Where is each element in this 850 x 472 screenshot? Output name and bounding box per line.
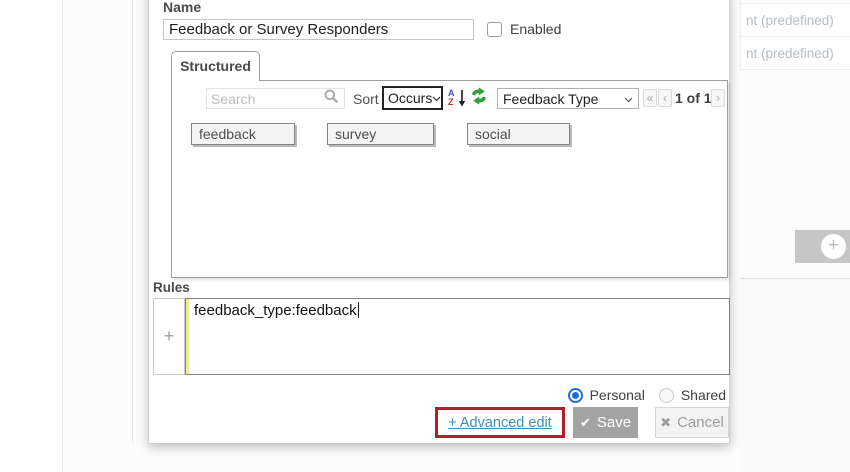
plus-icon: + [821, 234, 846, 259]
facet-value-button-survey[interactable]: survey [327, 123, 434, 145]
tab-structured[interactable]: Structured [171, 51, 260, 81]
rules-label: Rules [153, 280, 190, 295]
pager-status: 1 of 1 [675, 90, 712, 106]
facet-field-select[interactable]: Feedback Type [497, 88, 639, 109]
background-section-panel [740, 278, 850, 472]
advanced-edit-link[interactable]: + Advanced edit [448, 415, 552, 431]
left-sidebar-strip [0, 0, 63, 472]
close-icon: ✖ [660, 415, 671, 431]
facet-value-button-social[interactable]: social [467, 123, 570, 145]
sort-selected-value: Occurs [388, 90, 432, 106]
structured-panel: Sort Occurs A Z [171, 80, 728, 278]
sort-select[interactable]: Occurs [382, 86, 443, 110]
personal-label[interactable]: Personal [590, 387, 645, 403]
chevron-down-icon [432, 89, 441, 107]
pager-prev-button[interactable]: ‹ [658, 89, 672, 107]
facet-value-button-feedback[interactable]: feedback [191, 123, 295, 145]
enabled-checkbox[interactable] [487, 22, 502, 37]
visibility-options: Personal Shared [568, 387, 726, 403]
search-input[interactable] [211, 90, 323, 107]
radio-personal[interactable] [568, 388, 583, 403]
save-label: Save [597, 414, 631, 431]
background-divider-line [132, 0, 133, 443]
cancel-button[interactable]: ✖ Cancel [655, 407, 729, 438]
rules-editor: + feedback_type:feedback [153, 298, 730, 375]
chevron-down-icon [624, 90, 633, 108]
screen: nt (predefined) nt (predefined) nt (pred… [0, 0, 850, 472]
sort-az-icon[interactable]: A Z [448, 89, 467, 108]
enabled-field: Enabled [487, 21, 561, 37]
facet-selected-value: Feedback Type [503, 91, 598, 107]
name-label: Name [163, 0, 201, 15]
segment-edit-dialog: Name Enabled Structured Sort Occurs [148, 0, 730, 444]
predefined-segment-list: nt (predefined) nt (predefined) nt (pred… [740, 0, 850, 70]
save-button[interactable]: ✔ Save [573, 407, 638, 438]
cancel-label: Cancel [677, 414, 724, 431]
advanced-edit-highlight-box: + Advanced edit [435, 407, 565, 438]
search-field [206, 88, 345, 109]
rules-left-stripe [186, 299, 189, 374]
refresh-swap-icon[interactable] [470, 87, 488, 105]
check-icon: ✔ [580, 415, 591, 431]
name-input[interactable] [163, 19, 474, 40]
pager-next-button[interactable]: › [711, 89, 725, 107]
sort-label: Sort [353, 91, 379, 107]
list-item[interactable]: nt (predefined) [741, 4, 850, 37]
list-item[interactable]: nt (predefined) [741, 37, 850, 70]
text-caret [358, 302, 359, 318]
enabled-label[interactable]: Enabled [510, 21, 561, 37]
radio-shared[interactable] [659, 388, 674, 403]
add-rule-button[interactable]: + [153, 298, 185, 375]
add-button[interactable]: + [795, 230, 850, 263]
rules-textarea[interactable]: feedback_type:feedback [185, 298, 730, 375]
rules-text: feedback_type:feedback [194, 302, 357, 319]
shared-label[interactable]: Shared [681, 387, 726, 403]
pager-first-button[interactable]: « [643, 89, 657, 107]
search-icon [323, 88, 339, 109]
